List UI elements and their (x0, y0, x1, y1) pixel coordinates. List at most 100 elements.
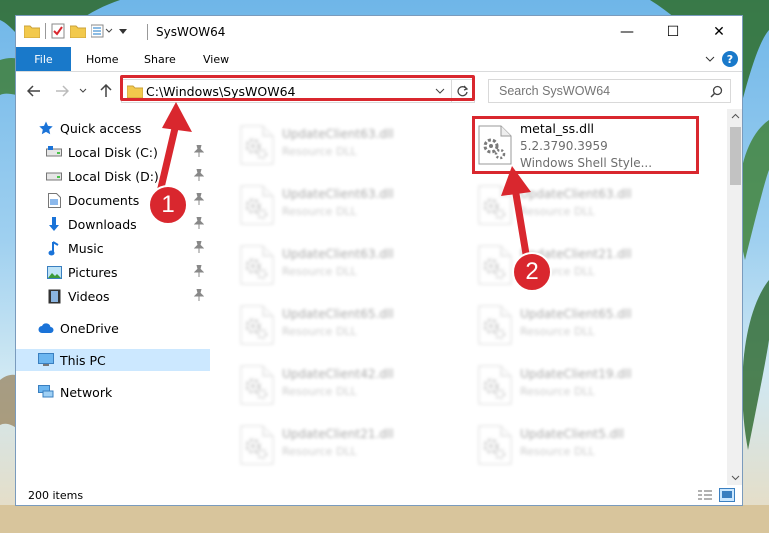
nav-item-network[interactable]: Network (16, 381, 210, 403)
pin-icon (194, 145, 204, 157)
arrow-right-icon (56, 85, 69, 97)
up-button[interactable] (96, 81, 116, 101)
file-item[interactable]: UpdateClient42.dll Resource DLL (230, 359, 460, 411)
file-type: Resource DLL (520, 445, 595, 458)
scroll-up-icon[interactable] (731, 113, 740, 119)
title-divider (147, 24, 148, 40)
music-icon (48, 240, 59, 255)
scroll-down-icon[interactable] (731, 475, 740, 481)
nav-item-pictures[interactable]: Pictures (16, 261, 210, 283)
nav-label: Local Disk (C:) (68, 144, 158, 160)
file-item[interactable]: UpdateClient63.dll Resource DLL (230, 179, 460, 231)
recent-locations-button[interactable] (76, 81, 90, 101)
file-item[interactable]: UpdateClient65.dll Resource DLL (468, 299, 698, 351)
nav-label: Downloads (68, 216, 137, 232)
file-name: UpdateClient42.dll (282, 367, 394, 381)
forward-button[interactable] (52, 81, 72, 101)
file-item[interactable]: UpdateClient63.dll Resource DLL (468, 179, 698, 231)
file-type: Resource DLL (282, 325, 357, 338)
folder-icon[interactable] (24, 24, 40, 38)
tab-share[interactable]: Share (144, 47, 176, 71)
help-button[interactable]: ? (722, 51, 738, 67)
search-input[interactable] (497, 83, 701, 99)
status-bar: 200 items (16, 485, 742, 505)
ribbon-tabs: File Home Share View ? (16, 47, 742, 72)
tab-file[interactable]: File (16, 47, 71, 71)
file-name: UpdateClient65.dll (520, 307, 632, 321)
nav-item-videos[interactable]: Videos (16, 285, 210, 307)
tab-home[interactable]: Home (86, 47, 118, 71)
back-button[interactable] (24, 81, 44, 101)
dll-file-icon (240, 185, 274, 225)
dll-file-icon (240, 125, 274, 165)
vertical-scrollbar[interactable] (727, 109, 742, 485)
details-view-icon[interactable] (697, 489, 713, 501)
file-name: UpdateClient63.dll (520, 187, 632, 201)
network-icon (38, 385, 54, 398)
file-name: UpdateClient63.dll (282, 127, 394, 141)
file-item[interactable]: UpdateClient19.dll Resource DLL (468, 359, 698, 411)
file-name: UpdateClient63.dll (282, 187, 394, 201)
search-box[interactable] (488, 79, 731, 103)
file-name: UpdateClient19.dll (520, 367, 632, 381)
file-item[interactable]: UpdateClient65.dll Resource DLL (230, 299, 460, 351)
large-icons-view-icon[interactable] (719, 488, 735, 502)
maximize-button[interactable]: ☐ (650, 16, 696, 47)
file-type: Resource DLL (520, 325, 595, 338)
dll-file-icon (240, 245, 274, 285)
callout-one: 1 (148, 185, 188, 225)
nav-item-this-pc[interactable]: This PC (16, 349, 210, 371)
file-type: Resource DLL (282, 265, 357, 278)
dropdown-arrow-icon[interactable] (118, 26, 128, 36)
nav-item-music[interactable]: Music (16, 237, 210, 259)
scroll-thumb[interactable] (730, 127, 741, 185)
file-type: Resource DLL (282, 145, 357, 158)
documents-icon (47, 192, 61, 208)
file-item[interactable]: UpdateClient21.dll Resource DLL (468, 239, 698, 291)
dll-file-icon (478, 245, 512, 285)
download-icon (49, 216, 59, 231)
arrow-up-icon (100, 84, 112, 97)
file-name: UpdateClient5.dll (520, 427, 624, 441)
nav-item-local-disk-d[interactable]: Local Disk (D:) (16, 165, 210, 187)
nav-item-onedrive[interactable]: OneDrive (16, 317, 210, 339)
new-folder-icon[interactable] (70, 24, 86, 38)
pin-icon (194, 193, 204, 205)
nav-label: This PC (60, 352, 106, 368)
tab-view[interactable]: View (203, 47, 229, 71)
window-title: SysWOW64 (156, 25, 226, 39)
callout-two: 2 (512, 252, 552, 292)
pictures-icon (46, 265, 62, 279)
file-type: Resource DLL (282, 205, 357, 218)
videos-icon (48, 289, 60, 303)
pin-icon (194, 169, 204, 181)
expand-ribbon-icon[interactable] (704, 53, 716, 65)
minimize-button[interactable]: — (604, 16, 650, 47)
file-item[interactable]: UpdateClient21.dll Resource DLL (230, 419, 460, 471)
computer-icon (38, 353, 54, 366)
file-type: Resource DLL (520, 385, 595, 398)
nav-label: OneDrive (60, 320, 119, 336)
customize-toolbar-icon[interactable] (91, 24, 113, 38)
nav-label: Music (68, 240, 104, 256)
nav-item-local-disk-c[interactable]: Local Disk (C:) (16, 141, 210, 163)
pin-icon (194, 265, 204, 277)
file-item[interactable]: UpdateClient63.dll Resource DLL (230, 119, 460, 171)
file-name: UpdateClient65.dll (282, 307, 394, 321)
nav-label: Quick access (60, 120, 142, 136)
pin-icon (194, 241, 204, 253)
nav-item-quick-access[interactable]: Quick access (16, 117, 210, 139)
dll-file-icon (240, 425, 274, 465)
dll-file-icon (478, 305, 512, 345)
file-type: Resource DLL (520, 205, 595, 218)
nav-label: Pictures (68, 264, 118, 280)
drive-icon (46, 146, 62, 157)
file-item[interactable]: UpdateClient63.dll Resource DLL (230, 239, 460, 291)
nav-label: Documents (68, 192, 140, 208)
properties-icon[interactable] (51, 23, 65, 39)
close-button[interactable]: ✕ (696, 16, 742, 47)
search-icon[interactable] (710, 85, 723, 98)
pin-icon (194, 289, 204, 301)
star-icon (39, 121, 53, 135)
file-item[interactable]: UpdateClient5.dll Resource DLL (468, 419, 698, 471)
